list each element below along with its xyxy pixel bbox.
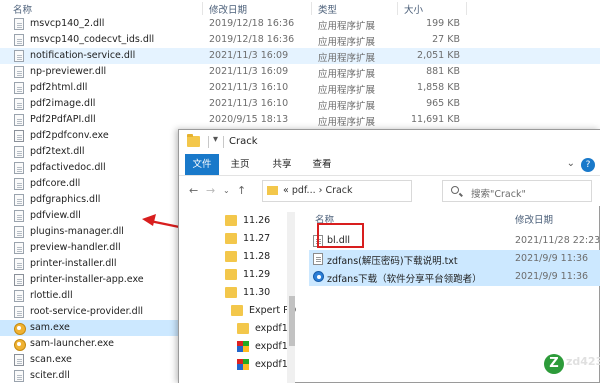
folder-icon <box>225 251 237 262</box>
recent-dropdown-icon[interactable]: ⌄ <box>223 186 230 195</box>
watermark-text: zd423 <box>566 355 600 368</box>
search-placeholder: 搜索"Crack" <box>471 189 526 200</box>
nav-scrollbar-thumb[interactable] <box>289 296 295 346</box>
nav-item-label: 11.28 <box>243 251 271 262</box>
ribbon: 文件 主页 共享 查看 ⌄ ? <box>179 154 600 176</box>
folder-icon <box>225 287 237 298</box>
column-header-date[interactable]: 修改日期 <box>515 212 553 226</box>
nav-item-label: 11.30 <box>243 287 271 298</box>
tab-share[interactable]: 共享 <box>267 154 297 175</box>
search-icon <box>451 186 459 194</box>
file-row[interactable]: zdfans下载（软件分享平台领跑者） 2021/9/9 11:36 <box>309 268 600 286</box>
quick-access-dropdown-icon[interactable]: ▾ <box>213 134 218 145</box>
tab-file[interactable]: 文件 <box>185 154 219 175</box>
watermark-logo-icon: Z <box>544 354 564 374</box>
file-date: 2021/9/9 11:36 <box>515 253 589 264</box>
folder-icon <box>231 305 243 316</box>
address-bar[interactable]: « pdf... › Crack <box>262 180 412 202</box>
nav-item-label: 11.29 <box>243 269 271 280</box>
address-row: ← → ⌄ ↑ « pdf... › Crack 搜索"Crack" <box>179 176 600 206</box>
file-row[interactable]: zdfans(解压密码)下载说明.txt 2021/9/9 11:36 <box>309 250 600 268</box>
folder-icon <box>225 269 237 280</box>
address-path: « pdf... › Crack <box>283 185 353 196</box>
back-arrow-icon[interactable]: ← <box>189 184 198 197</box>
file-name: zdfans下载（软件分享平台领跑者） <box>327 274 482 285</box>
app-icon <box>237 359 249 370</box>
folder-icon <box>237 323 249 334</box>
title-bar[interactable]: ▾ Crack <box>179 130 600 154</box>
tab-view[interactable]: 查看 <box>307 154 337 175</box>
file-date: 2021/9/9 11:36 <box>515 271 589 282</box>
file-name: zdfans(解压密码)下载说明.txt <box>327 256 458 267</box>
app-icon <box>237 341 249 352</box>
folder-icon <box>187 134 200 147</box>
folder-icon <box>267 186 278 195</box>
watermark: Z zd423 <box>544 352 600 378</box>
up-arrow-icon[interactable]: ↑ <box>237 184 246 197</box>
search-input[interactable]: 搜索"Crack" <box>442 180 592 202</box>
folder-icon <box>225 215 237 226</box>
chevron-down-icon[interactable]: ⌄ <box>567 158 575 169</box>
nav-item-label: 11.27 <box>243 233 271 244</box>
file-date: 2021/11/28 22:23 <box>515 235 600 246</box>
forward-arrow-icon[interactable]: → <box>206 184 215 197</box>
highlight-annotation-box <box>317 223 364 248</box>
nav-item-label: expdf1 <box>255 341 288 352</box>
folder-icon <box>225 233 237 244</box>
tab-home[interactable]: 主页 <box>225 154 255 175</box>
navigation-pane: 11.26 11.27 11.28 11.29 11.30 Expert PD expdf1… <box>179 206 296 383</box>
help-icon[interactable]: ? <box>581 158 595 172</box>
txt-file-icon <box>313 253 323 265</box>
nav-item-label: 11.26 <box>243 215 271 226</box>
url-shortcut-icon <box>313 271 324 282</box>
crack-folder-window: ▾ Crack 文件 主页 共享 查看 ⌄ ? ← → ⌄ ↑ « pdf...… <box>178 129 600 383</box>
window-title: Crack <box>229 136 258 147</box>
